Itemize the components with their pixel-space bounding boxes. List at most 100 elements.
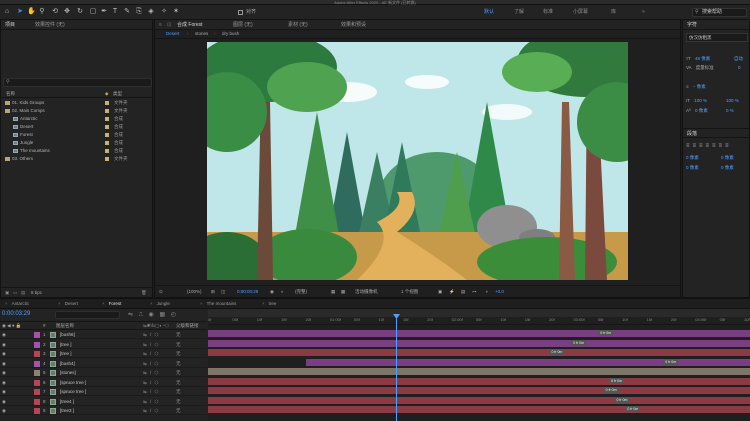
keyframe-label[interactable]: 0 fr 0m	[625, 406, 641, 412]
layer-name[interactable]: [spruce tree ]	[60, 379, 86, 387]
timeline-tab[interactable]: × The mountains	[200, 300, 236, 308]
tab-effects-presets[interactable]: 效果和预设	[341, 21, 366, 29]
keyframe-label[interactable]: 0 fr 0m	[571, 339, 587, 346]
horizontal-scale-value[interactable]: 100 %	[726, 98, 739, 104]
eraser-icon[interactable]: ◈	[147, 8, 155, 16]
roto-icon[interactable]: ✧	[160, 8, 168, 16]
parent-select[interactable]: 无	[176, 350, 181, 358]
close-icon[interactable]: ×	[58, 301, 61, 306]
timeline-timecode[interactable]: 0:00:03:29	[2, 311, 30, 317]
layer-row[interactable]: ◉ 6 [spruce tree ] ⇋ / ⬡ 无	[0, 379, 207, 387]
roi-icon[interactable]: ▦	[331, 286, 335, 297]
layer-row[interactable]: ◉ 3 [tree ] ⇋ / ⬡ 无	[0, 350, 207, 358]
leading-value[interactable]: 自动	[734, 56, 743, 62]
layer-row[interactable]: ◉ 4 [bush4] ⇋ / ⬡ 无	[0, 360, 207, 368]
label-color[interactable]	[34, 351, 40, 357]
label-color[interactable]	[34, 389, 40, 395]
time-graph[interactable]: 0f 05f 10f 15f 20f 01:00f 05f 10f 15f 20f 02:00f 05…	[208, 309, 750, 421]
tab-layer[interactable]: 图层 (无)	[233, 21, 253, 29]
label-swatch[interactable]	[105, 149, 109, 153]
layer-row[interactable]: ◉ 8 [tree4 ] ⇋ / ⬡ 无	[0, 398, 207, 406]
layer-duration-bar[interactable]: 0 fr 0m	[208, 406, 750, 413]
layer-switches[interactable]: ⇋ / ⬡	[143, 369, 159, 377]
project-item[interactable]: Forest 合成	[1, 131, 154, 139]
label-color[interactable]	[34, 408, 40, 414]
layer-duration-bar[interactable]: 0 fr 0m	[208, 349, 750, 356]
brush-icon[interactable]: ✎	[123, 8, 131, 16]
flow-dry-bush[interactable]: dry bush	[222, 30, 239, 38]
mask-icon[interactable]: ◫	[221, 286, 225, 297]
flowchart-icon[interactable]: ⊶	[472, 286, 477, 297]
hand-icon[interactable]: ✋	[27, 8, 36, 16]
work-area-bar[interactable]	[208, 309, 750, 317]
label-color[interactable]	[34, 398, 40, 405]
layer-name[interactable]: [spruce tree ]	[60, 388, 86, 396]
toggle-pixel-icon[interactable]: ▣	[438, 286, 442, 297]
layer-name[interactable]: [tree ]	[60, 341, 72, 349]
tab-character[interactable]: 字符	[687, 21, 697, 29]
layer-name[interactable]: [tree ]	[60, 350, 72, 358]
snap-checkbox[interactable]	[238, 10, 243, 15]
workspace-libraries[interactable]: 库	[611, 9, 616, 16]
layer-search-input[interactable]	[55, 311, 120, 319]
layer-duration-bar[interactable]: 0 fr 0m	[208, 339, 750, 347]
text-icon[interactable]: T	[111, 8, 119, 16]
keyframe-label[interactable]: 0 fr 0m	[603, 387, 619, 393]
visibility-icon[interactable]: ◉	[2, 331, 6, 339]
font-family-select[interactable]: 仿汉仿粗黑	[686, 33, 748, 42]
layer-name[interactable]: [bush6]	[60, 331, 75, 339]
layer-name[interactable]: [tree3 ]	[60, 407, 74, 415]
color-channel-icon[interactable]: ◐	[281, 286, 284, 297]
zoom-icon[interactable]: ⚲	[38, 8, 46, 16]
new-folder-icon[interactable]: ▭	[13, 288, 17, 297]
timeline-switch-icons[interactable]: ⇋ ⎍ ◉ ▦ ◴	[128, 311, 178, 319]
visibility-icon[interactable]: ◉	[2, 379, 6, 387]
timeline-tab[interactable]: × tree	[262, 300, 276, 308]
close-icon[interactable]: ×	[5, 301, 8, 306]
workspace-standard[interactable]: 标准	[543, 9, 553, 16]
layer-name[interactable]: [bush4]	[60, 360, 75, 368]
fast-preview-icon[interactable]: ⚡	[449, 286, 455, 297]
close-icon[interactable]: ×	[200, 301, 203, 306]
layer-switches[interactable]: ⇋ / ⬡	[143, 398, 159, 406]
time-ruler[interactable]: 0f 05f 10f 15f 20f 01:00f 05f 10f 15f 20f 02:00f 05…	[208, 317, 750, 325]
parent-select[interactable]: 无	[176, 341, 181, 349]
visibility-icon[interactable]: ◉	[2, 360, 6, 368]
composition-canvas[interactable]	[207, 42, 628, 280]
label-color[interactable]	[34, 370, 40, 376]
project-item[interactable]: Antarctic 合成	[1, 115, 154, 123]
label-swatch[interactable]	[105, 157, 109, 161]
new-comp-icon[interactable]: ▤	[21, 288, 25, 297]
keyframe-label[interactable]: 0 fr 0m	[609, 377, 624, 384]
workspace-small-screen[interactable]: 小屏幕	[573, 9, 588, 16]
layer-switches[interactable]: ⇋ / ⬡	[143, 350, 159, 358]
project-item[interactable]: 01. Kids Groups 文件夹	[1, 99, 154, 107]
playhead[interactable]	[396, 315, 397, 421]
visibility-icon[interactable]: ◉	[2, 407, 6, 415]
grid-icon[interactable]: ⊞	[211, 286, 215, 297]
viewer-menu-icon[interactable]: ≡	[159, 21, 162, 29]
move-icon[interactable]: ✥	[63, 8, 71, 16]
layer-switches[interactable]: ⇋ / ⬡	[143, 360, 159, 368]
workspace-default[interactable]: 默认	[484, 9, 494, 16]
bpc-toggle[interactable]: 8 bpc	[31, 288, 42, 297]
col-type[interactable]: 类型	[113, 90, 122, 98]
snapshot-icon[interactable]: ◉	[270, 286, 274, 297]
views-select[interactable]: 1 个视图	[401, 286, 418, 297]
parent-select[interactable]: 无	[176, 331, 181, 339]
layer-switches[interactable]: ⇋ / ⬡	[143, 379, 159, 387]
timeline-icon[interactable]: ▤	[461, 286, 465, 297]
exposure-value[interactable]: +0.0	[495, 286, 504, 297]
keyframe-label[interactable]: 0 fr 0m	[598, 330, 614, 336]
indent-right-value[interactable]: 0 像素	[721, 154, 734, 161]
exposure-icon[interactable]: ◑	[485, 286, 488, 297]
vertical-scale-value[interactable]: 100 %	[694, 98, 707, 103]
label-color[interactable]	[34, 332, 40, 338]
tab-composition-forest[interactable]: 合成 Forest	[177, 21, 203, 29]
keyframe-label[interactable]: 0 fr 0m	[614, 396, 630, 403]
home-icon[interactable]: ⌂	[3, 8, 11, 16]
keyframe-label[interactable]: 0 fr 0m	[663, 358, 679, 365]
visibility-icon[interactable]: ◉	[2, 398, 6, 406]
label-swatch[interactable]	[105, 141, 109, 145]
layer-duration-bar[interactable]	[208, 368, 750, 375]
